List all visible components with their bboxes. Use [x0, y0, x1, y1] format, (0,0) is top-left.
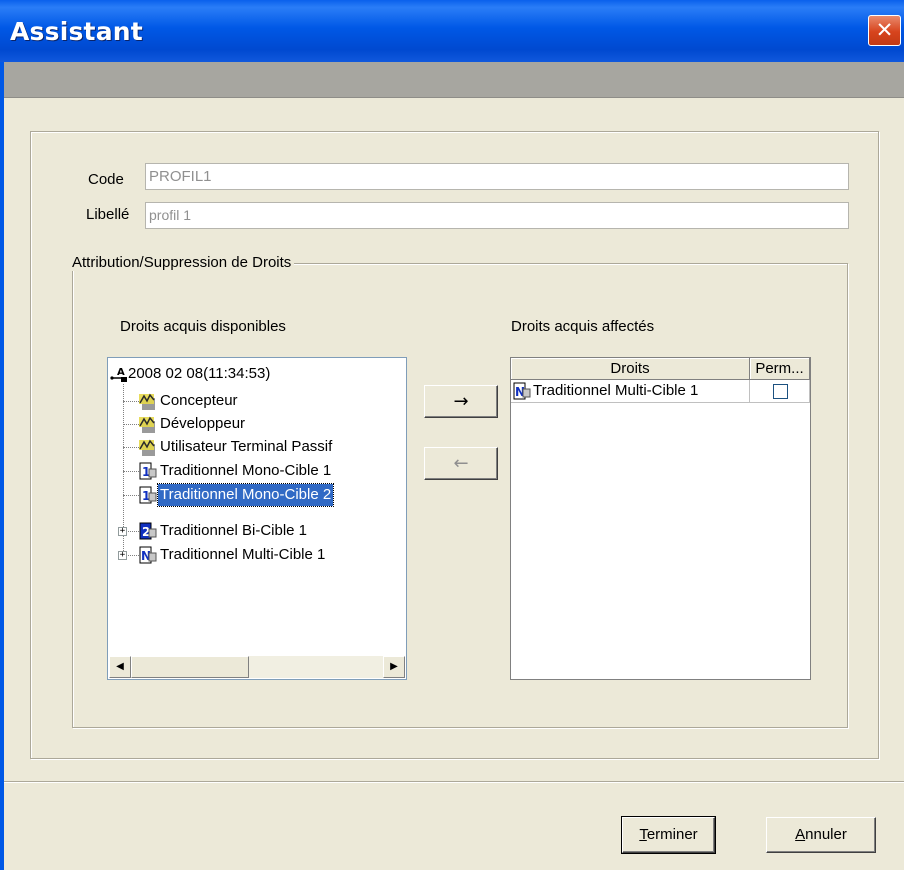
available-rights-title: Droits acquis disponibles: [120, 318, 286, 335]
tree-item-bi-cible-1[interactable]: 2 Traditionnel Bi-Cible 1: [139, 520, 399, 542]
arrow-left-icon: ←: [453, 453, 469, 474]
tree-item-label: Développeur: [160, 415, 246, 432]
table-cell-perm: [750, 380, 810, 403]
mono-target-icon: 1: [139, 462, 157, 480]
header-band: [4, 62, 904, 98]
tree-item-label: Traditionnel Mono-Cible 2: [156, 483, 335, 507]
mono-target-icon: 1: [139, 486, 157, 504]
tree-horizontal-scrollbar[interactable]: ◀ ▶: [109, 656, 405, 678]
code-field[interactable]: PROFIL1: [145, 163, 849, 190]
expand-multi-cible-button[interactable]: +: [118, 551, 127, 560]
role-icon: [139, 415, 157, 433]
tree-item-concepteur[interactable]: Concepteur: [139, 390, 379, 412]
scrollbar-thumb[interactable]: [131, 656, 249, 678]
title-bar[interactable]: Assistant ✕: [0, 0, 904, 62]
tree-root-icon: A: [109, 365, 129, 383]
tree-connector: [128, 531, 139, 532]
tree-item-label: Traditionnel Multi-Cible 1: [160, 546, 326, 563]
tree-item-label: Traditionnel Mono-Cible 1: [160, 462, 332, 479]
svg-text:A: A: [117, 367, 125, 378]
rights-group-legend: Attribution/Suppression de Droits: [72, 254, 295, 271]
perm-checkbox[interactable]: [773, 384, 788, 399]
window-frame-left: [0, 62, 4, 870]
finish-button[interactable]: Terminer: [621, 816, 716, 854]
cancel-button-label: Annuler: [795, 826, 847, 843]
tree-item-label: Utilisateur Terminal Passif: [160, 438, 333, 455]
cancel-button[interactable]: Annuler: [766, 817, 876, 853]
scroll-left-icon[interactable]: ◀: [109, 656, 131, 678]
multi-target-icon: N: [513, 382, 531, 400]
role-icon: [139, 438, 157, 456]
tree-item-mono-cible-1[interactable]: 1 Traditionnel Mono-Cible 1: [139, 460, 399, 482]
tree-item-multi-cible-1[interactable]: N Traditionnel Multi-Cible 1: [139, 544, 404, 566]
table-cell-droit[interactable]: N Traditionnel Multi-Cible 1: [511, 380, 750, 403]
tree-connector: [123, 471, 139, 472]
bi-target-icon: 2: [139, 522, 157, 540]
window-title: Assistant: [10, 17, 143, 46]
code-label: Code: [88, 171, 124, 188]
add-right-button[interactable]: →: [424, 385, 498, 418]
tree-connector: [123, 424, 139, 425]
assigned-rights-table[interactable]: Droits Perm... N Traditionnel Multi-Cibl…: [510, 357, 811, 680]
tree-connector: [128, 555, 139, 556]
multi-target-icon: N: [139, 546, 157, 564]
finish-button-label: Terminer: [639, 826, 698, 843]
role-icon: [139, 392, 157, 410]
remove-right-button[interactable]: ←: [424, 447, 498, 480]
assigned-rights-title: Droits acquis affectés: [511, 318, 655, 335]
tree-item-label: Concepteur: [160, 392, 238, 409]
close-icon: ✕: [875, 18, 894, 42]
tree-item-label: Traditionnel Bi-Cible 1: [160, 522, 308, 539]
tree-root-label: 2008 02 08(11:34:53): [128, 365, 271, 382]
tree-root[interactable]: A 2008 02 08(11:34:53): [108, 363, 378, 385]
expand-bi-cible-button[interactable]: +: [118, 527, 127, 536]
tree-item-utilisateur-terminal-passif[interactable]: Utilisateur Terminal Passif: [139, 436, 404, 458]
tree-connector: [123, 401, 139, 402]
available-rights-tree[interactable]: A 2008 02 08(11:34:53) Concepteur Dévelo…: [107, 357, 407, 680]
column-header-perm[interactable]: Perm...: [750, 358, 810, 380]
table-cell-droit-label: Traditionnel Multi-Cible 1: [533, 382, 699, 399]
tree-item-developpeur[interactable]: Développeur: [139, 413, 379, 435]
tree-item-mono-cible-2[interactable]: 1 Traditionnel Mono-Cible 2: [139, 483, 399, 507]
close-button[interactable]: ✕: [868, 15, 901, 46]
libelle-field[interactable]: profil 1: [145, 202, 849, 229]
libelle-label: Libellé: [86, 206, 130, 223]
tree-connector: [123, 495, 139, 496]
column-header-droits[interactable]: Droits: [511, 358, 750, 380]
tree-connector: [123, 447, 139, 448]
arrow-right-icon: →: [453, 391, 469, 412]
scroll-right-icon[interactable]: ▶: [383, 656, 405, 678]
bottom-separator: [4, 781, 904, 783]
